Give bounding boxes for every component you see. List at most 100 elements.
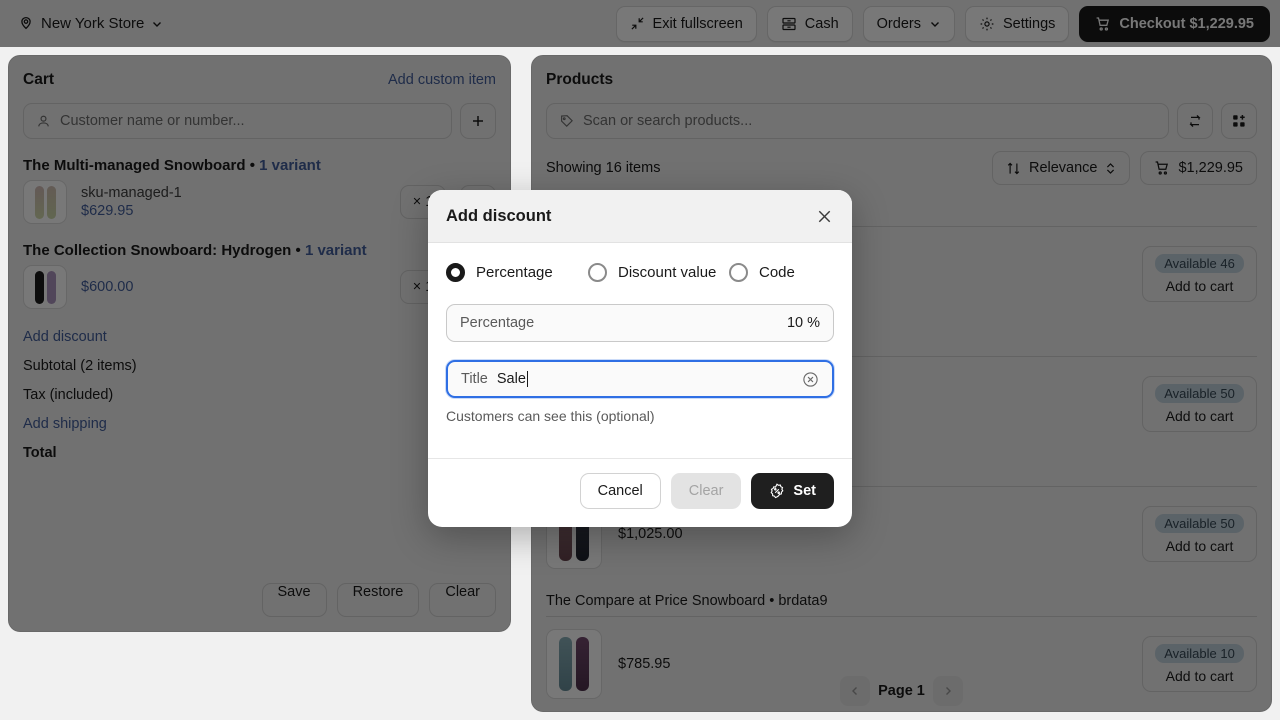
set-discount-button[interactable]: Set	[751, 473, 834, 509]
availability-badge: Available 10	[1155, 644, 1244, 663]
percentage-field-label: Percentage	[460, 315, 535, 331]
customer-row: Customer name or number...	[9, 89, 510, 139]
add-shipping-link[interactable]: Add shipping	[23, 416, 496, 432]
tag-icon	[559, 114, 574, 129]
plus-icon	[473, 116, 483, 126]
orders-label: Orders	[876, 15, 921, 32]
radio-dot	[729, 263, 748, 282]
page-label: Page 1	[878, 683, 925, 699]
cart-item-title-row: The Multi-managed Snowboard • 1 variant	[23, 157, 496, 174]
discount-badge-icon	[769, 483, 785, 499]
cancel-button[interactable]: Cancel	[579, 473, 661, 509]
store-selector[interactable]: New York Store	[12, 11, 169, 36]
settings-label: Settings	[1002, 15, 1056, 32]
add-to-cart-card[interactable]: Available 50 Add to cart	[1142, 376, 1257, 432]
tax-label: Tax (included)	[23, 387, 114, 403]
restore-cart-button[interactable]: Restore	[336, 583, 420, 617]
add-to-cart-card[interactable]: Available 46 Add to cart	[1142, 246, 1257, 302]
person-icon	[36, 114, 51, 129]
cash-button[interactable]: Cash	[766, 5, 853, 42]
radio-option-percentage[interactable]: Percentage	[446, 263, 588, 282]
clear-discount-button[interactable]: Clear	[670, 473, 742, 509]
radio-option-discount-value[interactable]: Discount value	[588, 263, 729, 282]
add-customer-button[interactable]	[460, 103, 496, 139]
refresh-products-button[interactable]	[1177, 103, 1213, 139]
cart-item-price[interactable]: $629.95	[81, 203, 386, 219]
product-search-placeholder: Scan or search products...	[583, 113, 753, 129]
cart-total-label: $1,229.95	[1178, 160, 1243, 176]
clear-cart-button[interactable]: Clear	[429, 583, 496, 617]
radio-option-code[interactable]: Code	[729, 263, 795, 282]
add-to-cart-card[interactable]: Available 50 Add to cart	[1142, 506, 1257, 562]
products-pagination: Page 1	[532, 676, 1271, 706]
sync-icon	[1189, 114, 1201, 128]
chevron-left-icon	[852, 687, 858, 695]
next-page-button[interactable]	[932, 676, 963, 706]
radio-dot	[588, 263, 607, 282]
sort-button[interactable]: Relevance	[991, 151, 1131, 185]
cart-item-title-row: The Collection Snowboard: Hydrogen • 1 v…	[23, 242, 496, 259]
customer-placeholder: Customer name or number...	[60, 113, 245, 129]
pos-app: New York Store Exit fullscreen Cash Orde…	[0, 0, 1280, 720]
clear-title-button[interactable]	[802, 371, 819, 388]
add-custom-item-link[interactable]: Add custom item	[388, 72, 496, 88]
cart-item-thumbnail	[23, 180, 67, 224]
products-header: Products	[532, 56, 1271, 89]
exit-fullscreen-button[interactable]: Exit fullscreen	[615, 5, 757, 42]
cart-item-price[interactable]: $600.00	[81, 279, 386, 295]
radio-dot-selected	[446, 263, 465, 282]
cart-item-separator: •	[249, 157, 255, 174]
product-price: $1,025.00	[618, 526, 683, 542]
radio-label-code: Code	[759, 264, 795, 281]
cart-item-title: The Multi-managed Snowboard	[23, 157, 246, 174]
save-cart-button[interactable]: Save	[261, 583, 327, 617]
add-to-cart-label: Add to cart	[1165, 408, 1234, 424]
cart-item-sku: sku-managed-1	[81, 185, 182, 201]
showing-count: Showing 16 items	[546, 160, 661, 176]
modal-body: Percentage Discount value Code Percentag…	[428, 243, 852, 442]
cart-total-button[interactable]: $1,229.95	[1140, 151, 1257, 185]
cart-action-buttons: Save Restore Clear	[261, 583, 496, 617]
cart-item-separator: •	[295, 242, 301, 259]
modal-footer: Cancel Clear Set	[428, 458, 852, 527]
chevron-down-icon	[929, 18, 941, 30]
percentage-field[interactable]: Percentage 10 %	[446, 304, 834, 342]
cart-item-variant-link[interactable]: 1 variant	[305, 242, 367, 259]
cart-item-body: $600.00 × 1	[23, 265, 496, 309]
availability-badge: Available 50	[1155, 514, 1244, 533]
close-modal-button[interactable]	[815, 207, 834, 226]
exit-fullscreen-icon	[630, 16, 645, 31]
top-bar: New York Store Exit fullscreen Cash Orde…	[0, 0, 1280, 47]
customer-search-input[interactable]: Customer name or number...	[23, 103, 452, 139]
cart-item-meta: sku-managed-1 $629.95	[81, 185, 386, 219]
title-field[interactable]: Title Sale	[446, 360, 834, 398]
cart-title: Cart	[23, 71, 55, 88]
cart-icon	[1154, 160, 1170, 176]
cart-header: Cart Add custom item	[9, 56, 510, 89]
orders-button[interactable]: Orders	[862, 5, 955, 42]
cart-item-body: sku-managed-1 $629.95 × 1	[23, 180, 496, 224]
availability-badge: Available 46	[1155, 254, 1244, 273]
percentage-field-value: 10 %	[786, 315, 820, 331]
title-field-value: Sale	[496, 371, 526, 387]
product-group-title: The Compare at Price Snowboard • brdata9	[546, 583, 1257, 617]
cart-item-title: The Collection Snowboard: Hydrogen	[23, 242, 292, 259]
settings-button[interactable]: Settings	[964, 5, 1070, 42]
previous-page-button[interactable]	[840, 676, 871, 706]
cart-item-meta: $600.00	[81, 279, 386, 295]
cash-label: Cash	[804, 15, 839, 32]
clear-circle-icon	[803, 371, 818, 387]
product-search-input[interactable]: Scan or search products...	[546, 103, 1169, 139]
add-discount-modal: Add discount Percentage Discount value C…	[428, 190, 852, 527]
sort-icon	[1006, 161, 1021, 176]
add-discount-link[interactable]: Add discount	[23, 329, 496, 345]
store-name: New York Store	[41, 15, 145, 32]
discount-type-radio-group: Percentage Discount value Code	[446, 263, 834, 282]
cart-icon	[1095, 16, 1111, 32]
cart-item-variant-link[interactable]: 1 variant	[259, 157, 321, 174]
close-icon	[818, 210, 831, 223]
radio-label-percentage: Percentage	[476, 264, 553, 281]
grid-add-button[interactable]	[1221, 103, 1257, 139]
chevron-updown-icon	[1105, 162, 1116, 175]
checkout-button[interactable]: Checkout $1,229.95	[1079, 5, 1270, 42]
